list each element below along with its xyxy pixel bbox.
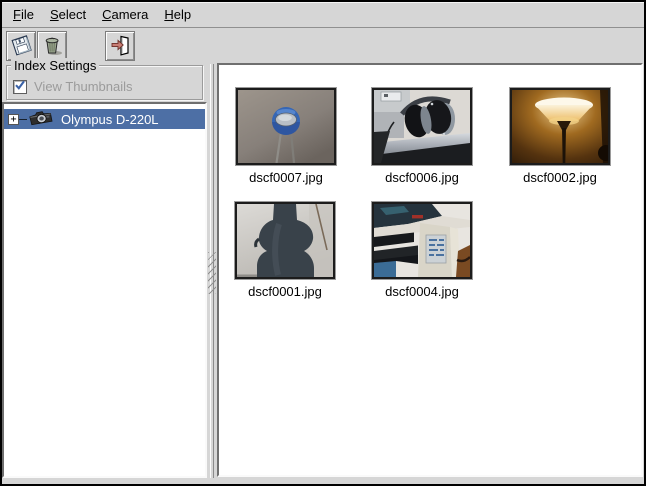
thumbnail-filename: dscf0001.jpg [223, 284, 347, 299]
thumbnail-image-dscf0007[interactable] [236, 88, 336, 165]
camera-tree-panel: + Olympus D-220L [2, 102, 207, 478]
frame-title: Index Settings [11, 58, 99, 73]
camera-icon [28, 109, 54, 129]
thumbnail-cell: dscf0004.jpg [360, 202, 484, 299]
menu-file[interactable]: File [5, 3, 42, 27]
tree-connector-line [19, 119, 27, 120]
view-thumbnails-checkbox[interactable] [13, 80, 27, 94]
gtkam-window: File Select Camera Help [0, 0, 646, 486]
exit-button[interactable] [105, 31, 135, 61]
tree-expander-icon[interactable]: + [8, 114, 19, 125]
delete-button[interactable] [37, 31, 67, 61]
thumbnail-panel: dscf0007.jpg [217, 63, 643, 477]
thumbnail-cell: dscf0006.jpg [360, 88, 484, 185]
thumbnail-filename: dscf0002.jpg [498, 170, 622, 185]
thumbnail-filename: dscf0004.jpg [360, 284, 484, 299]
menu-camera[interactable]: Camera [94, 3, 156, 27]
thumbnail-cell: dscf0002.jpg [498, 88, 622, 185]
trash-icon [39, 32, 65, 61]
pane-splitter[interactable] [207, 64, 217, 478]
view-thumbnails-label: View Thumbnails [34, 79, 133, 94]
thumbnail-filename: dscf0006.jpg [360, 170, 484, 185]
exit-door-icon [107, 32, 133, 61]
thumbnail-cell: dscf0007.jpg [224, 88, 348, 185]
thumbnail-image-dscf0006[interactable] [372, 88, 472, 165]
thumbnail-cell: dscf0001.jpg [223, 202, 347, 299]
tree-item-label: Olympus D-220L [61, 112, 159, 127]
menu-help[interactable]: Help [156, 3, 199, 27]
floppy-disk-icon [8, 32, 34, 61]
menu-select[interactable]: Select [42, 3, 94, 27]
thumbnail-filename: dscf0007.jpg [224, 170, 348, 185]
tree-row-olympus[interactable]: + Olympus D-220L [4, 109, 205, 129]
save-button[interactable] [6, 31, 36, 61]
thumbnail-image-dscf0002[interactable] [510, 88, 610, 165]
menubar: File Select Camera Help [2, 2, 644, 28]
thumbnail-image-dscf0001[interactable] [235, 202, 335, 279]
index-settings-frame: Index Settings View Thumbnails [6, 65, 203, 100]
splitter-grip-icon[interactable] [208, 252, 216, 294]
checkmark-icon [14, 79, 26, 94]
thumbnail-image-dscf0004[interactable] [372, 202, 472, 279]
